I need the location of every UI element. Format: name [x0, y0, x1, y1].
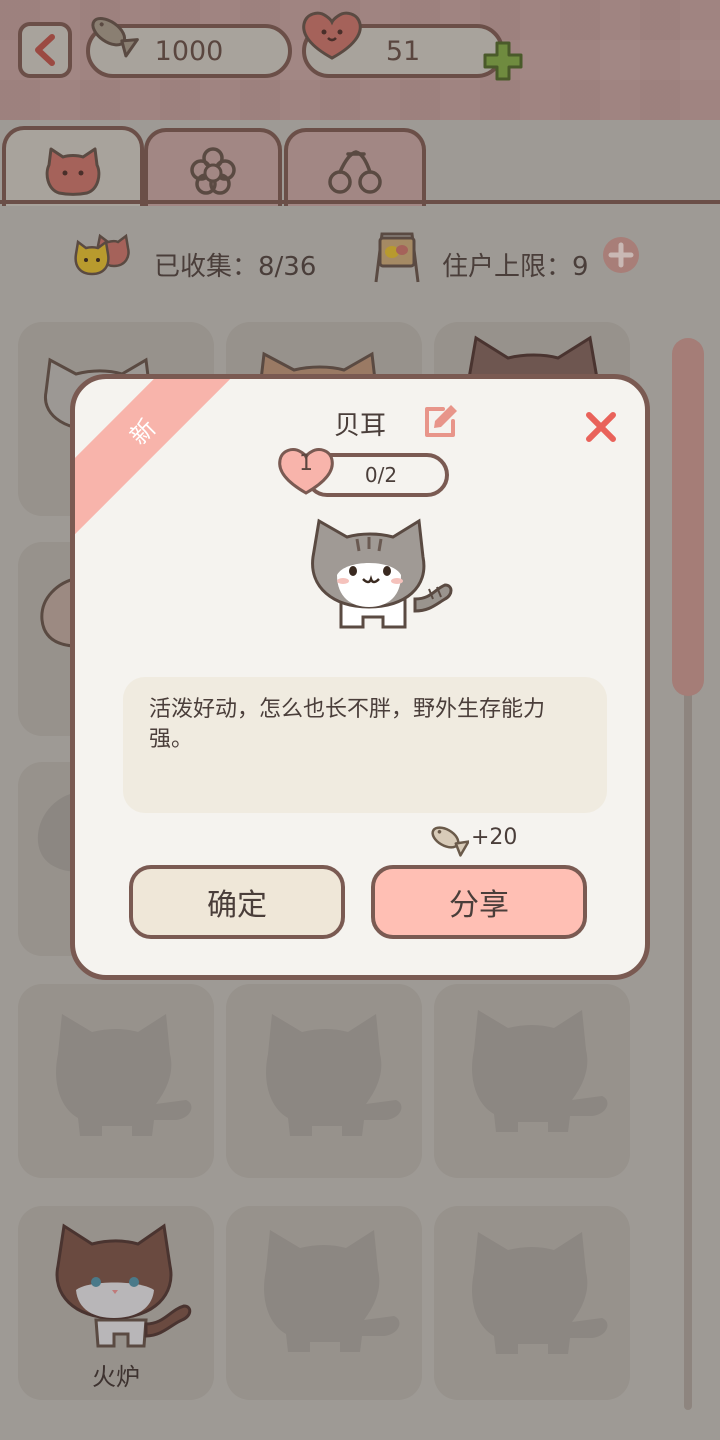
- fish-count: 1000: [154, 35, 224, 67]
- scrollbar-thumb[interactable]: [672, 338, 704, 696]
- tab-furniture[interactable]: [144, 128, 282, 210]
- cat-card[interactable]: [226, 1206, 422, 1400]
- collection-screen: 1000 51 已收集：8/36 住户上限：9 火炉 新 贝耳 0/2 1 活泼…: [0, 0, 720, 1440]
- share-label: 分享: [449, 888, 509, 923]
- stats-row: 已收集：8/36 住户上限：9: [0, 206, 720, 306]
- reward-text: +20: [471, 825, 518, 850]
- cat-portrait-image: [311, 518, 453, 629]
- heart-count: 51: [385, 35, 421, 67]
- confirm-label: 确定: [207, 888, 267, 923]
- add-hearts-icon[interactable]: [482, 40, 524, 82]
- cat-silhouette-icon: [472, 1232, 608, 1354]
- cat-name-label: 火炉: [92, 1363, 140, 1391]
- tab-food[interactable]: [284, 128, 426, 210]
- cat-silhouette-icon: [472, 1010, 608, 1132]
- flower-icon: [190, 147, 236, 195]
- share-button[interactable]: 分享: [371, 865, 587, 939]
- cat-face-icon: [45, 147, 101, 196]
- affection-level: 1: [299, 451, 313, 476]
- collected-count: 已收集：8/36: [154, 252, 317, 282]
- category-tabs: [0, 122, 720, 212]
- cats-pair-icon: [74, 233, 130, 276]
- cat-silhouette-icon: [264, 1230, 400, 1352]
- cat-detail-dialog: 新 贝耳 0/2 1 活泼好动，怎么也长不胖，野外生存能力强。 +20 确定 分…: [70, 374, 650, 980]
- cat-card[interactable]: [18, 984, 214, 1178]
- heart-face-icon: [302, 11, 362, 60]
- cat-description: 活泼好动，怎么也长不胖，野外生存能力强。: [123, 677, 607, 813]
- confirm-button[interactable]: 确定: [129, 865, 345, 939]
- edit-name-icon[interactable]: [421, 401, 461, 441]
- top-bar: 1000 51: [0, 0, 720, 120]
- signboard-icon: [374, 232, 420, 283]
- cat-name-text: 贝耳: [333, 411, 386, 441]
- close-icon[interactable]: [583, 409, 619, 445]
- resident-limit: 住户上限：9: [442, 252, 589, 282]
- fish-reward-icon: [431, 826, 469, 857]
- cat-silhouette-icon: [56, 1014, 192, 1136]
- new-badge: 新: [75, 379, 253, 542]
- progress-text: 0/2: [364, 463, 398, 487]
- cat-silhouette-icon: [266, 1014, 402, 1136]
- description-text: 活泼好动，怎么也长不胖，野外生存能力强。: [149, 697, 546, 752]
- tab-divider: [0, 200, 720, 204]
- chevron-left-icon: [35, 34, 55, 66]
- fish-icon: [91, 17, 139, 58]
- cat-brown-white-icon: [55, 1223, 192, 1348]
- cat-name-title: 贝耳: [75, 405, 645, 442]
- cat-card[interactable]: [226, 984, 422, 1178]
- cat-card[interactable]: [434, 984, 630, 1178]
- cat-card[interactable]: [434, 1206, 630, 1400]
- add-resident-icon[interactable]: [602, 236, 640, 274]
- cat-card-named[interactable]: 火炉: [18, 1206, 214, 1400]
- back-button[interactable]: [18, 22, 72, 78]
- cherry-icon: [328, 150, 382, 194]
- share-reward: +20: [471, 825, 517, 850]
